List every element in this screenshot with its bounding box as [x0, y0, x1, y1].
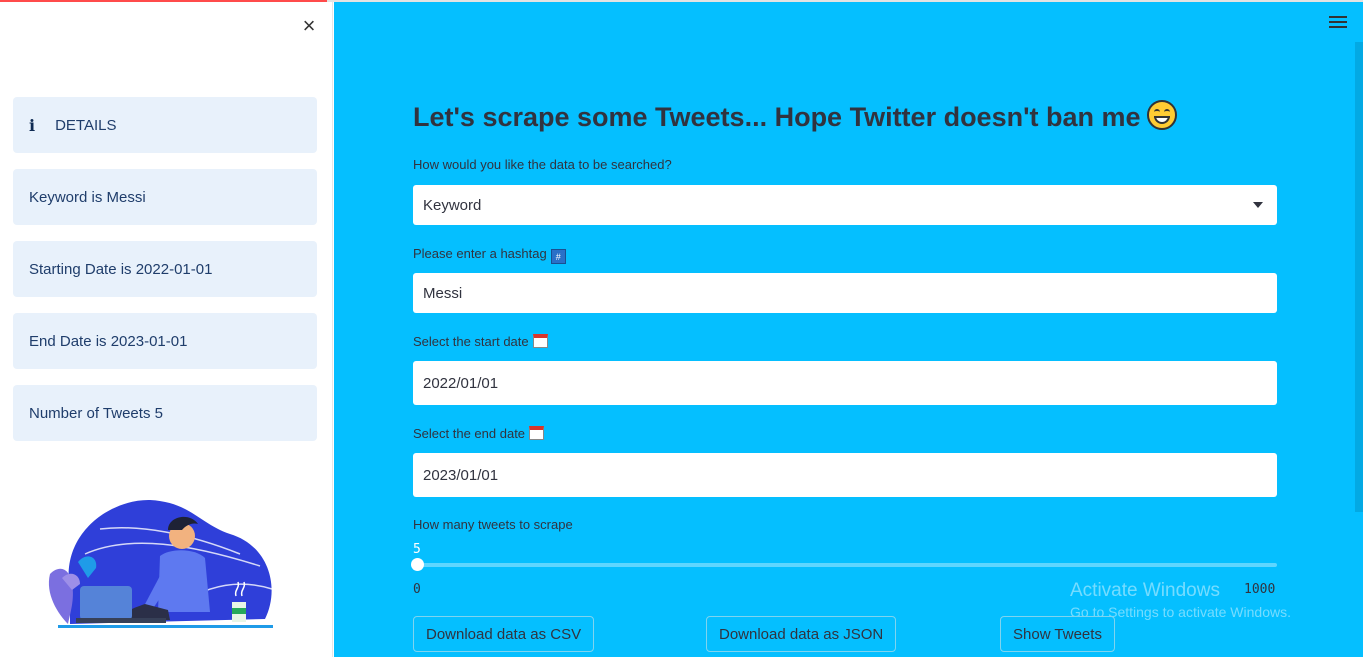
page-title: Let's scrape some Tweets... Hope Twitter… — [413, 100, 1177, 133]
info-icon: i — [29, 115, 36, 135]
details-label: DETAILS — [55, 116, 117, 134]
end-date-card-text: End Date is 2023-01-01 — [29, 332, 188, 350]
tweet-count-slider-thumb[interactable] — [411, 558, 424, 571]
details-header: i DETAILS — [13, 97, 317, 153]
search-method-select[interactable]: Keyword — [413, 185, 1277, 225]
tweet-count-card: Number of Tweets 5 — [13, 385, 317, 441]
start-date-card-text: Starting Date is 2022-01-01 — [29, 260, 213, 278]
keyword-card: Keyword is Messi — [13, 169, 317, 225]
start-date-input[interactable]: 2022/01/01 — [413, 361, 1277, 405]
end-date-value: 2023/01/01 — [423, 466, 499, 484]
end-date-card: End Date is 2023-01-01 — [13, 313, 317, 369]
slider-min-label: 0 — [413, 582, 421, 597]
tweet-count-card-text: Number of Tweets 5 — [29, 404, 163, 422]
calendar-icon — [532, 334, 548, 348]
hamburger-menu-icon[interactable] — [1329, 16, 1347, 30]
end-date-label-text: Select the end date — [413, 426, 526, 441]
download-csv-button[interactable]: Download data as CSV — [413, 616, 595, 652]
close-sidebar-button[interactable]: × — [297, 15, 321, 39]
hashtag-input[interactable]: Messi — [413, 273, 1277, 313]
search-method-label: How would you like the data to be search… — [413, 157, 672, 172]
hashtag-input-value: Messi — [423, 284, 463, 302]
grinning-face-icon — [1146, 100, 1177, 130]
end-date-label: Select the end date — [413, 426, 545, 441]
calendar-icon — [529, 426, 545, 440]
scrollbar[interactable] — [1355, 42, 1363, 512]
download-json-button[interactable]: Download data as JSON — [706, 616, 897, 652]
end-date-input[interactable]: 2023/01/01 — [413, 453, 1277, 497]
hashtag-label: Please enter a hashtag # — [413, 246, 566, 264]
start-date-value: 2022/01/01 — [423, 374, 499, 392]
windows-activation-watermark: Activate Windows Go to Settings to activ… — [1070, 580, 1291, 620]
chevron-down-icon[interactable] — [1253, 202, 1263, 208]
search-method-value: Keyword — [423, 196, 482, 214]
start-date-label-text: Select the start date — [413, 334, 529, 349]
hashtag-icon: # — [550, 249, 566, 264]
keyword-card-text: Keyword is Messi — [29, 188, 146, 206]
sidebar: × i DETAILS Keyword is Messi Starting Da… — [0, 2, 333, 657]
tweet-count-label: How many tweets to scrape — [413, 517, 573, 532]
tweet-count-slider-track[interactable] — [417, 563, 1277, 567]
start-date-card: Starting Date is 2022-01-01 — [13, 241, 317, 297]
hashtag-label-text: Please enter a hashtag — [413, 246, 547, 261]
slider-current-value: 5 — [413, 542, 421, 557]
watermark-line1: Activate Windows — [1070, 580, 1220, 601]
page-title-text: Let's scrape some Tweets... Hope Twitter… — [413, 102, 1141, 132]
person-at-laptop-illustration — [48, 499, 273, 628]
show-tweets-button[interactable]: Show Tweets — [1000, 616, 1115, 652]
start-date-label: Select the start date — [413, 334, 548, 349]
main-content: Let's scrape some Tweets... Hope Twitter… — [334, 2, 1363, 657]
